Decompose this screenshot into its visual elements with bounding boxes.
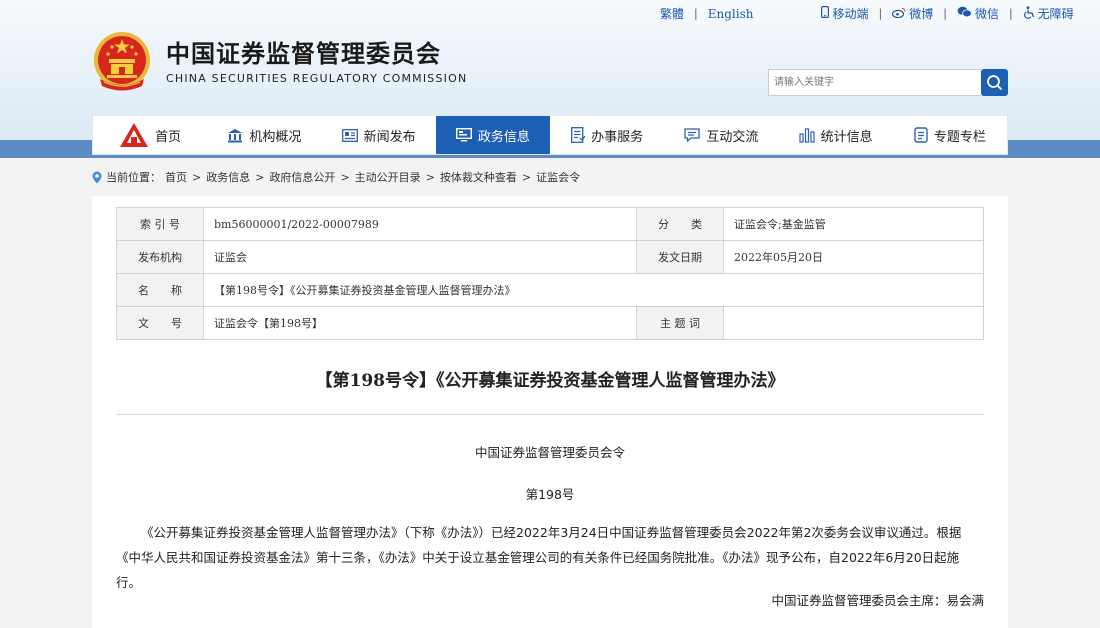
- order-number: 第198号: [525, 487, 575, 502]
- nav-item-news[interactable]: 新闻发布: [322, 116, 436, 154]
- nav-label: 统计信息: [820, 129, 873, 145]
- table-row: 文 号 证监会令【第198号】 主 题 词: [116, 306, 984, 340]
- table-row: 名 称 【第198号令】《公开募集证券投资基金管理人监督管理办法》: [116, 273, 984, 307]
- site-title-english: CHINA SECURITIES REGULATORY COMMISSION: [166, 72, 468, 85]
- breadcrumb-separator: >: [521, 170, 532, 184]
- breadcrumb-item[interactable]: 按体裁文种查看: [440, 169, 517, 185]
- issue-date-label: 发文日期: [636, 240, 724, 274]
- nav-item-interaction[interactable]: 互动交流: [664, 116, 778, 154]
- home-logo-icon: [119, 122, 149, 148]
- english-link[interactable]: English: [708, 7, 754, 21]
- document-metadata-table: 索 引 号 bm56000001/2022-00007989 分 类 证监会令;…: [116, 207, 984, 340]
- breadcrumb-prefix: 当前位置：: [106, 171, 161, 184]
- wheelchair-icon: [1023, 5, 1035, 22]
- mobile-label: 移动端: [832, 7, 869, 21]
- wechat-label: 微信: [974, 7, 999, 21]
- document-number-label: 文 号: [116, 306, 204, 340]
- main-nav: 首页 机构概况 新闻发布 政务信息 办事服务 互动交流 统计信息 专题专栏: [92, 115, 1008, 155]
- nav-item-home[interactable]: 首页: [93, 116, 207, 154]
- mobile-phone-icon: [821, 6, 830, 21]
- wechat-icon: [957, 6, 972, 21]
- nav-item-services[interactable]: 办事服务: [550, 116, 664, 154]
- divider: [116, 414, 984, 415]
- index-number-value: bm56000001/2022-00007989: [203, 207, 637, 241]
- document-title: 【第198号令】《公开募集证券投资基金管理人监督管理办法》: [315, 371, 785, 391]
- english-label: English: [707, 6, 754, 21]
- document-name-label: 名 称: [116, 273, 204, 307]
- separator: |: [694, 7, 698, 20]
- weibo-icon: [892, 7, 906, 21]
- chat-icon: [684, 128, 701, 142]
- wechat-link[interactable]: 微信: [957, 5, 999, 22]
- breadcrumb-separator: >: [340, 170, 350, 184]
- table-row: 索 引 号 bm56000001/2022-00007989 分 类 证监会令;…: [116, 207, 984, 241]
- nav-item-government-info[interactable]: 政务信息: [435, 116, 550, 154]
- accessibility-label: 无障碍: [1037, 7, 1074, 21]
- category-value: 证监会令;基金监管: [723, 207, 984, 241]
- breadcrumb: 当前位置： 首页 > 政务信息 > 政府信息公开 > 主动公开目录 > 按体裁文…: [92, 169, 580, 185]
- monitor-icon: [455, 128, 472, 142]
- nav-item-statistics[interactable]: 统计信息: [779, 116, 893, 154]
- breadcrumb-item[interactable]: 首页: [165, 169, 187, 185]
- table-row: 发布机构 证监会 发文日期 2022年05月20日: [116, 240, 984, 274]
- weibo-label: 微博: [909, 7, 934, 21]
- weibo-link[interactable]: 微博: [892, 5, 933, 22]
- document-icon: [571, 127, 586, 143]
- accessibility-link[interactable]: 无障碍: [1023, 5, 1074, 22]
- search-icon: [986, 74, 1003, 91]
- search-input[interactable]: [768, 69, 982, 96]
- breadcrumb-item[interactable]: 主动公开目录: [355, 169, 421, 185]
- subject-words-label: 主 题 词: [636, 306, 724, 340]
- category-label: 分 类: [636, 207, 724, 241]
- issue-date-value: 2022年05月20日: [723, 240, 984, 274]
- document-number-value: 证监会令【第198号】: [203, 306, 637, 340]
- separator: |: [878, 7, 883, 20]
- breadcrumb-separator: >: [255, 170, 265, 184]
- nav-label: 机构概况: [249, 129, 302, 145]
- nav-label: 政务信息: [477, 129, 530, 145]
- breadcrumb-separator: >: [192, 170, 202, 184]
- publisher-label: 发布机构: [116, 240, 204, 274]
- notes-icon: [914, 127, 928, 143]
- search-box: [768, 69, 1008, 96]
- breadcrumb-item[interactable]: 证监会令: [536, 169, 580, 185]
- site-title: 中国证券监督管理委员会: [166, 40, 441, 68]
- nav-label: 专题专栏: [933, 129, 986, 145]
- breadcrumb-separator: >: [425, 170, 435, 184]
- issuer-line: 中国证券监督管理委员会令: [474, 445, 625, 460]
- nav-label: 互动交流: [706, 129, 759, 145]
- traditional-chinese-link[interactable]: 繁體: [660, 5, 684, 22]
- nav-label: 办事服务: [591, 129, 644, 145]
- mobile-link[interactable]: 移动端: [821, 5, 868, 22]
- nav-item-special-topics[interactable]: 专题专栏: [893, 116, 1007, 154]
- nav-label: 首页: [155, 129, 182, 145]
- nav-item-about[interactable]: 机构概况: [207, 116, 321, 154]
- subject-words-value: [723, 306, 984, 340]
- separator: |: [943, 7, 947, 20]
- top-links: 繁體 | English 移动端 | 微博 | 微信 | 无障碍: [660, 5, 1074, 22]
- national-emblem-icon: [92, 29, 152, 95]
- index-number-label: 索 引 号: [116, 207, 204, 241]
- location-pin-icon: [92, 171, 102, 184]
- traditional-chinese-label: 繁體: [660, 7, 685, 21]
- separator: |: [1008, 7, 1013, 20]
- newspaper-icon: [341, 128, 358, 142]
- article-panel: 索 引 号 bm56000001/2022-00007989 分 类 证监会令;…: [92, 196, 1008, 628]
- document-body: 《公开募集证券投资基金管理人监督管理办法》（下称《办法》）已经2022年3月24…: [116, 525, 962, 590]
- search-button[interactable]: [981, 69, 1008, 96]
- bar-chart-icon: [799, 127, 815, 143]
- signature-line: 中国证券监督管理委员会主席：易会满: [771, 593, 984, 608]
- building-icon: [227, 128, 243, 143]
- nav-label: 新闻发布: [363, 129, 416, 145]
- breadcrumb-item[interactable]: 政务信息: [206, 169, 250, 185]
- publisher-value: 证监会: [203, 240, 637, 274]
- breadcrumb-item[interactable]: 政府信息公开: [269, 169, 335, 185]
- document-name-value: 【第198号令】《公开募集证券投资基金管理人监督管理办法》: [203, 273, 984, 307]
